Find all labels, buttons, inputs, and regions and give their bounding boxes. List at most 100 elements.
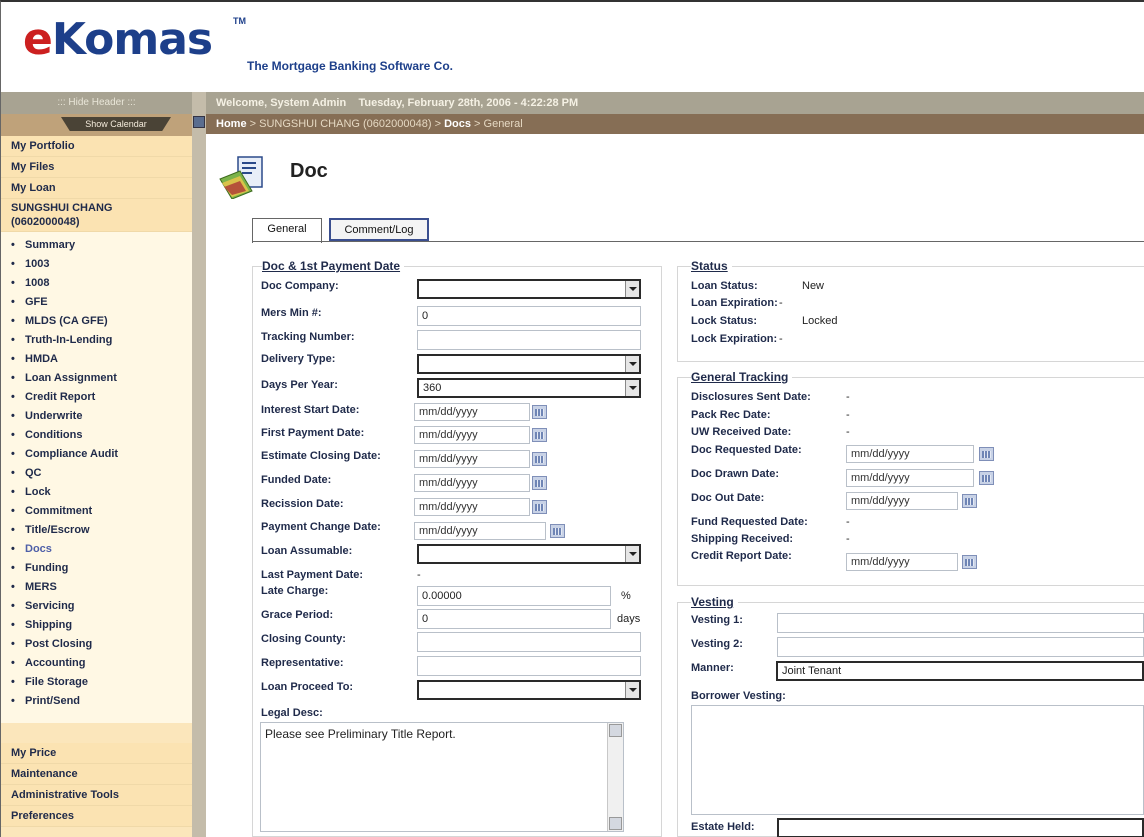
nav-link-summary[interactable]: Summary	[11, 236, 192, 255]
credit-report-date-input[interactable]: mm/dd/yyyy	[846, 553, 958, 571]
tab-divider	[252, 241, 1144, 242]
loan-assumable-select[interactable]	[417, 544, 641, 564]
scroll-up-arrow-icon[interactable]	[609, 724, 622, 737]
nav-link-servicing[interactable]: Servicing	[11, 597, 192, 616]
textarea-scrollbar[interactable]	[607, 723, 623, 831]
grace-period-input[interactable]: 0	[417, 609, 611, 629]
nav-item-my-loan[interactable]: My Loan	[1, 178, 192, 199]
manner-select[interactable]: Joint Tenant	[776, 661, 1144, 681]
nav-link-hmda[interactable]: HMDA	[11, 350, 192, 369]
nav-link-underwrite[interactable]: Underwrite	[11, 407, 192, 426]
payment-change-date-label: Payment Change Date:	[261, 521, 381, 533]
interest-start-date-input[interactable]: mm/dd/yyyy	[414, 403, 530, 421]
nav-item-borrower[interactable]: SUNGSHUI CHANG (0602000048)	[1, 199, 192, 232]
nav-link-qc[interactable]: QC	[11, 464, 192, 483]
borrower-vesting-textarea[interactable]	[691, 705, 1144, 815]
nav-link-mers[interactable]: MERS	[11, 578, 192, 597]
breadcrumb-docs[interactable]: Docs	[444, 118, 471, 130]
status-section-title: Status	[691, 259, 732, 273]
payment-change-date-input[interactable]: mm/dd/yyyy	[414, 522, 546, 540]
nav-link-conditions[interactable]: Conditions	[11, 426, 192, 445]
representative-label: Representative:	[261, 657, 344, 669]
breadcrumb: Home > SUNGSHUI CHANG (0602000048) > Doc…	[206, 114, 1144, 134]
lock-status-value: Locked	[802, 315, 838, 327]
disclosures-sent-date-value: -	[846, 391, 850, 403]
nav-item-my-price[interactable]: My Price	[1, 743, 192, 764]
tracking-number-label: Tracking Number:	[261, 331, 355, 343]
calendar-icon[interactable]	[979, 447, 994, 461]
calendar-icon[interactable]	[532, 405, 547, 419]
hide-header-link[interactable]: ::: Hide Header :::	[1, 92, 192, 114]
vesting-2-input[interactable]	[777, 637, 1144, 657]
calendar-icon[interactable]	[532, 500, 547, 514]
calendar-icon[interactable]	[550, 524, 565, 538]
ekomas-logo: eKomas	[23, 14, 213, 65]
tab-general[interactable]: General	[252, 218, 322, 243]
nav-link-truth-in-lending[interactable]: Truth-In-Lending	[11, 331, 192, 350]
delivery-type-select[interactable]	[417, 354, 641, 374]
nav-link-lock[interactable]: Lock	[11, 483, 192, 502]
nav-link-docs[interactable]: Docs	[11, 540, 192, 559]
representative-input[interactable]	[417, 656, 641, 676]
estimate-closing-date-input[interactable]: mm/dd/yyyy	[414, 450, 530, 468]
calendar-icon[interactable]	[962, 555, 977, 569]
calendar-icon[interactable]	[962, 494, 977, 508]
tracking-number-input[interactable]	[417, 330, 641, 350]
estate-held-select[interactable]	[777, 818, 1144, 837]
collapse-nav-button[interactable]	[193, 116, 205, 128]
nav-item-maintenance[interactable]: Maintenance	[1, 764, 192, 785]
nav-item-administrative-tools[interactable]: Administrative Tools	[1, 785, 192, 806]
recission-date-label: Recission Date:	[261, 498, 344, 510]
doc-company-select[interactable]	[417, 279, 641, 299]
doc-requested-date-input[interactable]: mm/dd/yyyy	[846, 445, 974, 463]
delivery-type-label: Delivery Type:	[261, 353, 336, 365]
nav-link-shipping[interactable]: Shipping	[11, 616, 192, 635]
calendar-icon[interactable]	[979, 471, 994, 485]
nav-link-print-send[interactable]: Print/Send	[11, 692, 192, 711]
nav-link-loan-assignment[interactable]: Loan Assignment	[11, 369, 192, 388]
nav-link-credit-report[interactable]: Credit Report	[11, 388, 192, 407]
calendar-icon[interactable]	[532, 476, 547, 490]
breadcrumb-borrower[interactable]: SUNGSHUI CHANG (0602000048)	[259, 118, 431, 130]
nav-link-accounting[interactable]: Accounting	[11, 654, 192, 673]
lock-expiration-value: -	[779, 333, 783, 345]
doc-drawn-date-input[interactable]: mm/dd/yyyy	[846, 469, 974, 487]
calendar-icon[interactable]	[532, 428, 547, 442]
nav-link-gfe[interactable]: GFE	[11, 293, 192, 312]
closing-county-input[interactable]	[417, 632, 641, 652]
nav-item-preferences[interactable]: Preferences	[1, 806, 192, 827]
doc-out-date-input[interactable]: mm/dd/yyyy	[846, 492, 958, 510]
calendar-icon[interactable]	[532, 452, 547, 466]
late-charge-input[interactable]: 0.00000	[417, 586, 611, 606]
nav-link-compliance-audit[interactable]: Compliance Audit	[11, 445, 192, 464]
credit-report-date-label: Credit Report Date:	[691, 550, 792, 562]
nav-link-title-escrow[interactable]: Title/Escrow	[11, 521, 192, 540]
nav-link-mlds[interactable]: MLDS (CA GFE)	[11, 312, 192, 331]
nav-link-commitment[interactable]: Commitment	[11, 502, 192, 521]
nav-link-1003[interactable]: 1003	[11, 255, 192, 274]
first-payment-date-input[interactable]: mm/dd/yyyy	[414, 426, 530, 444]
days-per-year-select[interactable]: 360	[417, 378, 641, 398]
legal-desc-textarea[interactable]: Please see Preliminary Title Report.	[260, 722, 624, 832]
tab-comment-log[interactable]: Comment/Log	[329, 218, 429, 241]
calendar-toggle-bar: Show Calendar	[1, 114, 192, 136]
mers-min-input[interactable]: 0	[417, 306, 641, 326]
nav-link-post-closing[interactable]: Post Closing	[11, 635, 192, 654]
nav-item-my-files[interactable]: My Files	[1, 157, 192, 178]
recission-date-input[interactable]: mm/dd/yyyy	[414, 498, 530, 516]
nav-link-1008[interactable]: 1008	[11, 274, 192, 293]
loan-proceed-to-select[interactable]	[417, 680, 641, 700]
nav-link-file-storage[interactable]: File Storage	[11, 673, 192, 692]
funded-date-input[interactable]: mm/dd/yyyy	[414, 474, 530, 492]
breadcrumb-home[interactable]: Home	[216, 118, 247, 130]
nav-link-funding[interactable]: Funding	[11, 559, 192, 578]
vesting-1-label: Vesting 1:	[691, 614, 743, 626]
pack-rec-date-value: -	[846, 409, 850, 421]
borrower-vesting-label: Borrower Vesting:	[691, 690, 786, 702]
vesting-1-input[interactable]	[777, 613, 1144, 633]
scroll-down-arrow-icon[interactable]	[609, 817, 622, 830]
current-datetime: Tuesday, February 28th, 2006 - 4:22:28 P…	[358, 97, 579, 109]
nav-item-my-portfolio[interactable]: My Portfolio	[1, 136, 192, 157]
show-calendar-button[interactable]: Show Calendar	[61, 117, 171, 131]
page-title: Doc	[290, 160, 328, 182]
